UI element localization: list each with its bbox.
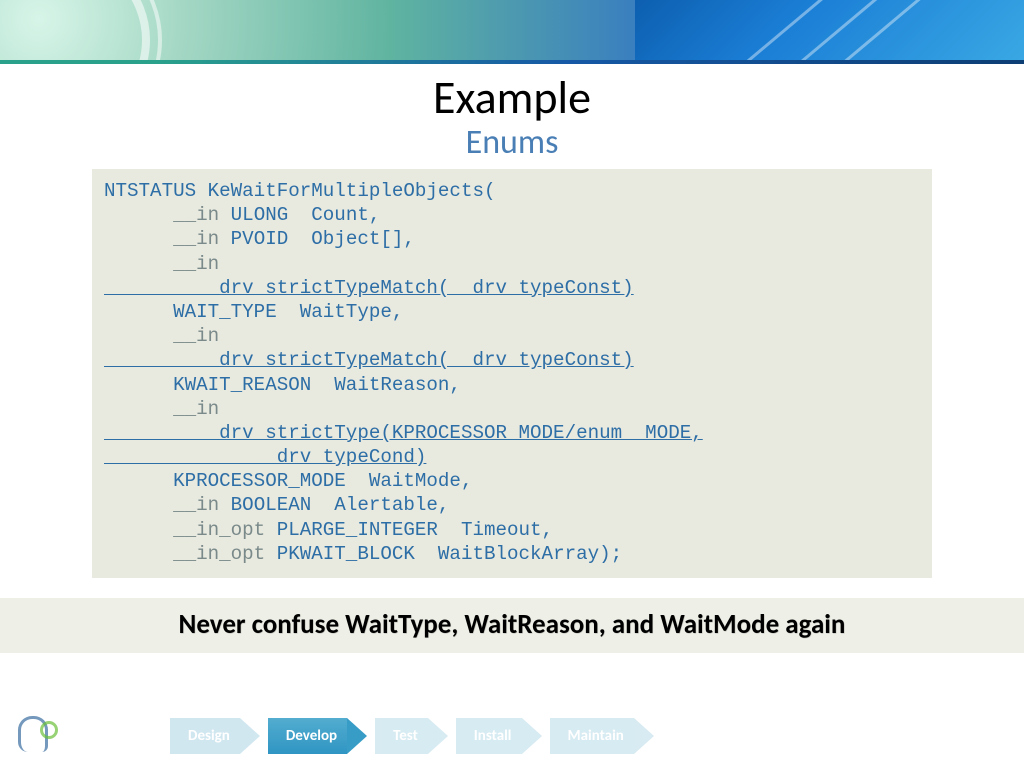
lifecycle-step-install: Install bbox=[456, 718, 522, 754]
code-line: KPROCESSOR_MODE WaitMode, bbox=[104, 470, 472, 492]
code-keyword-in-opt: __in_opt bbox=[104, 543, 277, 565]
code-keyword-in: __in bbox=[104, 253, 219, 275]
lifecycle-step-design: Design bbox=[170, 718, 240, 754]
slide-subtitle: Enums bbox=[0, 122, 1024, 163]
whdc-logo-icon bbox=[18, 716, 58, 758]
lifecycle-label: Test bbox=[393, 727, 418, 745]
callout-text: Never confuse WaitType, WaitReason, and … bbox=[0, 608, 1024, 641]
code-annotation-link: __drv_strictType(KPROCESSOR_MODE/enum _M… bbox=[104, 422, 703, 444]
code-keyword-in: __in bbox=[104, 325, 219, 347]
lifecycle-step-test: Test bbox=[375, 718, 428, 754]
lifecycle-label: Install bbox=[474, 727, 512, 745]
slide-footer: Design Develop Test Install Maintain bbox=[0, 702, 1024, 758]
code-line: NTSTATUS KeWaitForMultipleObjects( bbox=[104, 180, 496, 202]
slide-title: Example bbox=[0, 70, 1024, 126]
banner-gradient-mid bbox=[389, 0, 635, 64]
code-keyword-in: __in bbox=[104, 398, 219, 420]
code-line: ULONG Count, bbox=[231, 204, 381, 226]
code-annotation-link: __drv_typeCond) bbox=[104, 446, 426, 468]
code-keyword-in-opt: __in_opt bbox=[104, 519, 277, 541]
code-line: KWAIT_REASON WaitReason, bbox=[104, 374, 461, 396]
banner-circuit-right bbox=[635, 0, 1024, 64]
callout-band: Never confuse WaitType, WaitReason, and … bbox=[0, 598, 1024, 653]
code-annotation-link: __drv_strictTypeMatch(__drv_typeConst) bbox=[104, 349, 634, 371]
lifecycle-label: Maintain bbox=[568, 727, 624, 745]
code-line: PVOID Object[], bbox=[231, 228, 415, 250]
code-line: PLARGE_INTEGER Timeout, bbox=[277, 519, 553, 541]
banner-accent-stripe bbox=[0, 60, 1024, 64]
banner-tech-left bbox=[0, 0, 389, 64]
lifecycle-label: Develop bbox=[286, 727, 337, 745]
code-annotation-link: __drv_strictTypeMatch(__drv_typeConst) bbox=[104, 277, 634, 299]
slide-header-banner bbox=[0, 0, 1024, 64]
code-line: BOOLEAN Alertable, bbox=[231, 494, 450, 516]
lifecycle-label: Design bbox=[188, 727, 230, 745]
code-line: WAIT_TYPE WaitType, bbox=[104, 301, 403, 323]
code-example-block: NTSTATUS KeWaitForMultipleObjects( __in … bbox=[92, 169, 932, 578]
code-keyword-in: __in bbox=[104, 204, 231, 226]
lifecycle-step-develop: Develop bbox=[268, 718, 347, 754]
code-keyword-in: __in bbox=[104, 228, 231, 250]
code-keyword-in: __in bbox=[104, 494, 231, 516]
lifecycle-arrows: Design Develop Test Install Maintain bbox=[170, 718, 662, 754]
code-line: PKWAIT_BLOCK WaitBlockArray); bbox=[277, 543, 622, 565]
lifecycle-step-maintain: Maintain bbox=[550, 718, 634, 754]
